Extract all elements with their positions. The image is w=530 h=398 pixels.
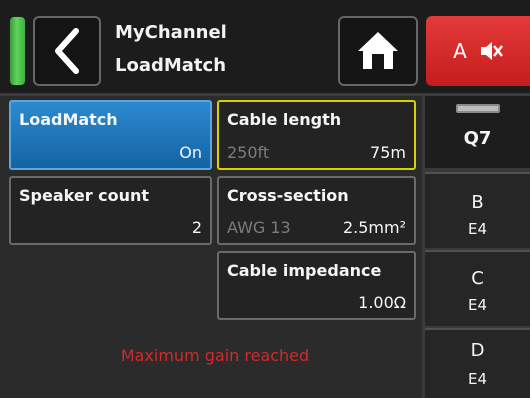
channel-name: C	[471, 268, 484, 289]
channel-tab-d[interactable]: D E4	[425, 328, 530, 398]
status-indicator	[9, 16, 26, 86]
warning-message: Maximum gain reached	[120, 346, 310, 365]
channel-name: B	[471, 192, 484, 213]
cable-impedance-label: Cable impedance	[227, 261, 382, 280]
home-button[interactable]	[338, 16, 418, 86]
home-icon	[358, 32, 398, 69]
cross-section-awg: AWG 13	[227, 218, 291, 237]
chevron-left-icon	[55, 28, 79, 74]
page-title-channel: MyChannel	[115, 22, 227, 43]
channel-tab-c[interactable]: C E4	[425, 250, 530, 326]
speaker-count-label: Speaker count	[19, 186, 150, 205]
loadmatch-toggle[interactable]: LoadMatch On	[9, 100, 212, 170]
cable-length-label: Cable length	[227, 110, 342, 129]
channel-code: E4	[467, 370, 488, 388]
speaker-count-field[interactable]: Speaker count 2	[9, 176, 212, 245]
cable-impedance-value: 1.00Ω	[358, 293, 406, 312]
speaker-count-value: 2	[191, 218, 202, 237]
cable-length-imperial: 250ft	[227, 143, 270, 162]
loadmatch-value: On	[179, 143, 202, 162]
cross-section-value: 2.5mm²	[342, 218, 406, 237]
cross-section-field[interactable]: Cross-section AWG 13 2.5mm²	[217, 176, 416, 245]
cross-section-label: Cross-section	[227, 186, 349, 205]
cable-impedance-field: Cable impedance 1.00Ω	[217, 251, 416, 320]
channel-name: D	[470, 340, 485, 361]
channel-code: E4	[467, 220, 488, 238]
mute-button[interactable]: A	[426, 16, 530, 86]
channel-indicator-bar	[456, 104, 500, 113]
cable-length-field[interactable]: Cable length 250ft 75m	[217, 100, 416, 170]
channel-tab-b[interactable]: B E4	[425, 172, 530, 248]
loadmatch-label: LoadMatch	[19, 110, 118, 129]
channel-name: Q7	[463, 128, 492, 149]
channel-code: E4	[467, 296, 488, 314]
mute-button-label: A	[453, 39, 467, 63]
page-title-section: LoadMatch	[115, 55, 227, 76]
speaker-muted-icon	[480, 42, 503, 60]
cable-length-value: 75m	[370, 143, 406, 162]
back-button[interactable]	[33, 16, 101, 86]
